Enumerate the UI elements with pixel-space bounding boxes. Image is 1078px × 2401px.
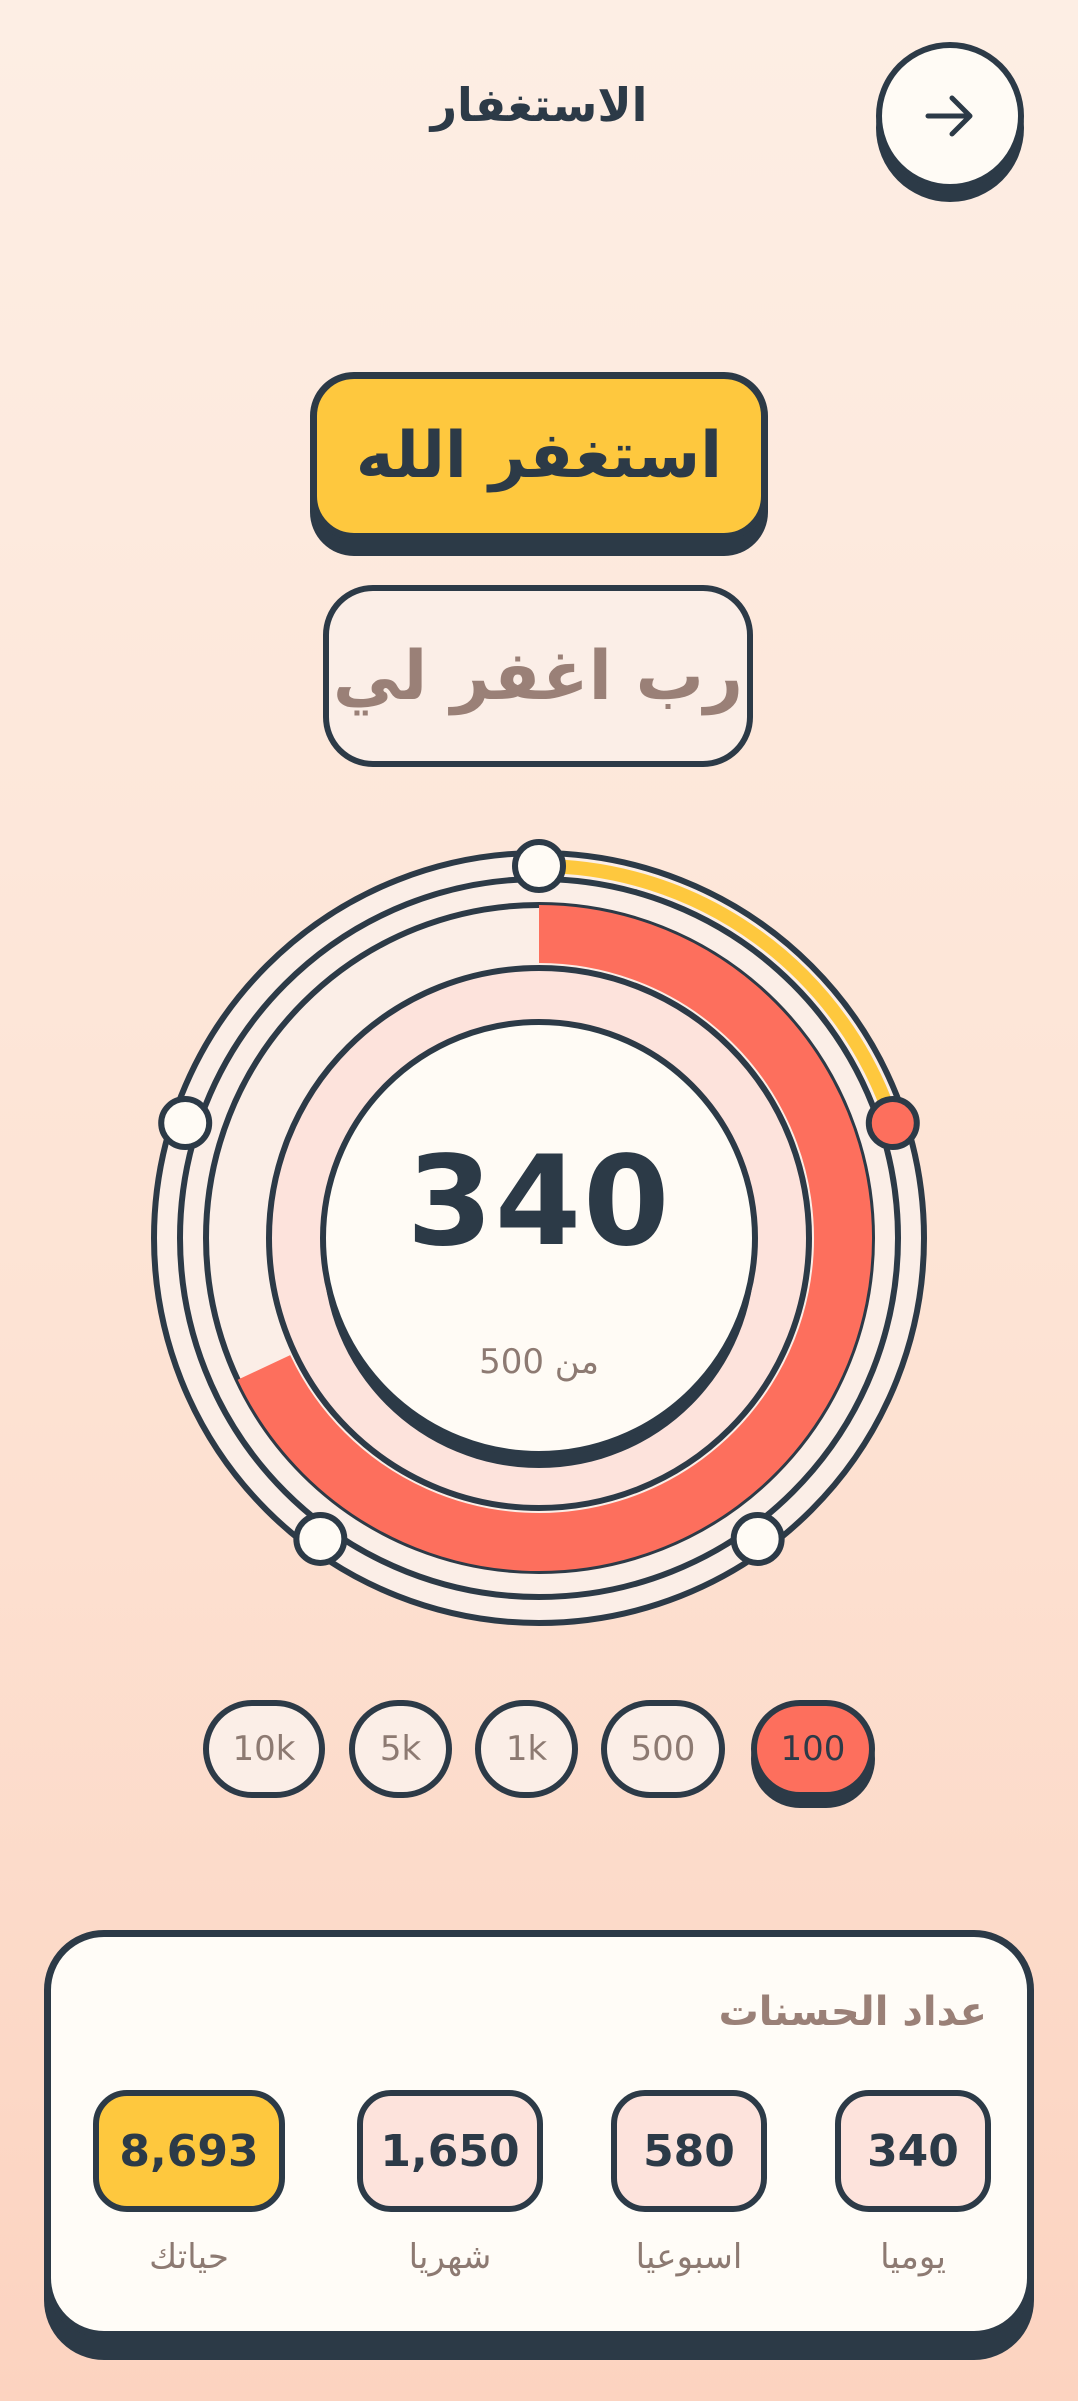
target-chip-500[interactable]: 500: [601, 1700, 725, 1798]
stat-daily-value: 340: [835, 2090, 991, 2212]
target-chip-5k[interactable]: 5k: [349, 1700, 452, 1798]
target-chip-10k[interactable]: 10k: [203, 1700, 325, 1798]
outer-progress-arc: [538, 859, 900, 1126]
ring-marker-4: [158, 1096, 213, 1151]
dhikr-option-selected[interactable]: استغفر الله: [310, 372, 768, 540]
target-chip-1k[interactable]: 1k: [475, 1700, 578, 1798]
ring-marker-0: [512, 839, 566, 893]
dhikr-option[interactable]: رب اغفر لي: [323, 585, 753, 767]
stat-weekly-label: اسبوعيا: [635, 2237, 743, 2277]
ring-marker-3: [293, 1511, 348, 1566]
counter-value: 340: [406, 1130, 672, 1274]
rewards-stats-card: عداد الحسنات 8,693 1,650 580 340 حياتك ش…: [44, 1930, 1034, 2338]
stats-title: عداد الحسنات: [718, 1989, 987, 2035]
ring-marker-1: [865, 1096, 920, 1151]
stat-monthly-label: شهريا: [408, 2237, 492, 2277]
back-button[interactable]: [876, 42, 1024, 190]
stat-life-value: 8,693: [93, 2090, 285, 2212]
stat-monthly-value: 1,650: [357, 2090, 543, 2212]
stat-daily-label: يوميا: [880, 2237, 946, 2277]
target-chip-100[interactable]: 100: [751, 1700, 875, 1798]
stat-weekly-value: 580: [611, 2090, 767, 2212]
app-screen: { "header": { "title": "الاستغفار", "bac…: [0, 0, 1078, 2401]
ring-marker-2: [730, 1511, 785, 1566]
stat-life-label: حياتك: [149, 2237, 229, 2277]
counter-target-label: من 500: [479, 1342, 599, 1382]
arrow-right-icon: [925, 95, 973, 137]
